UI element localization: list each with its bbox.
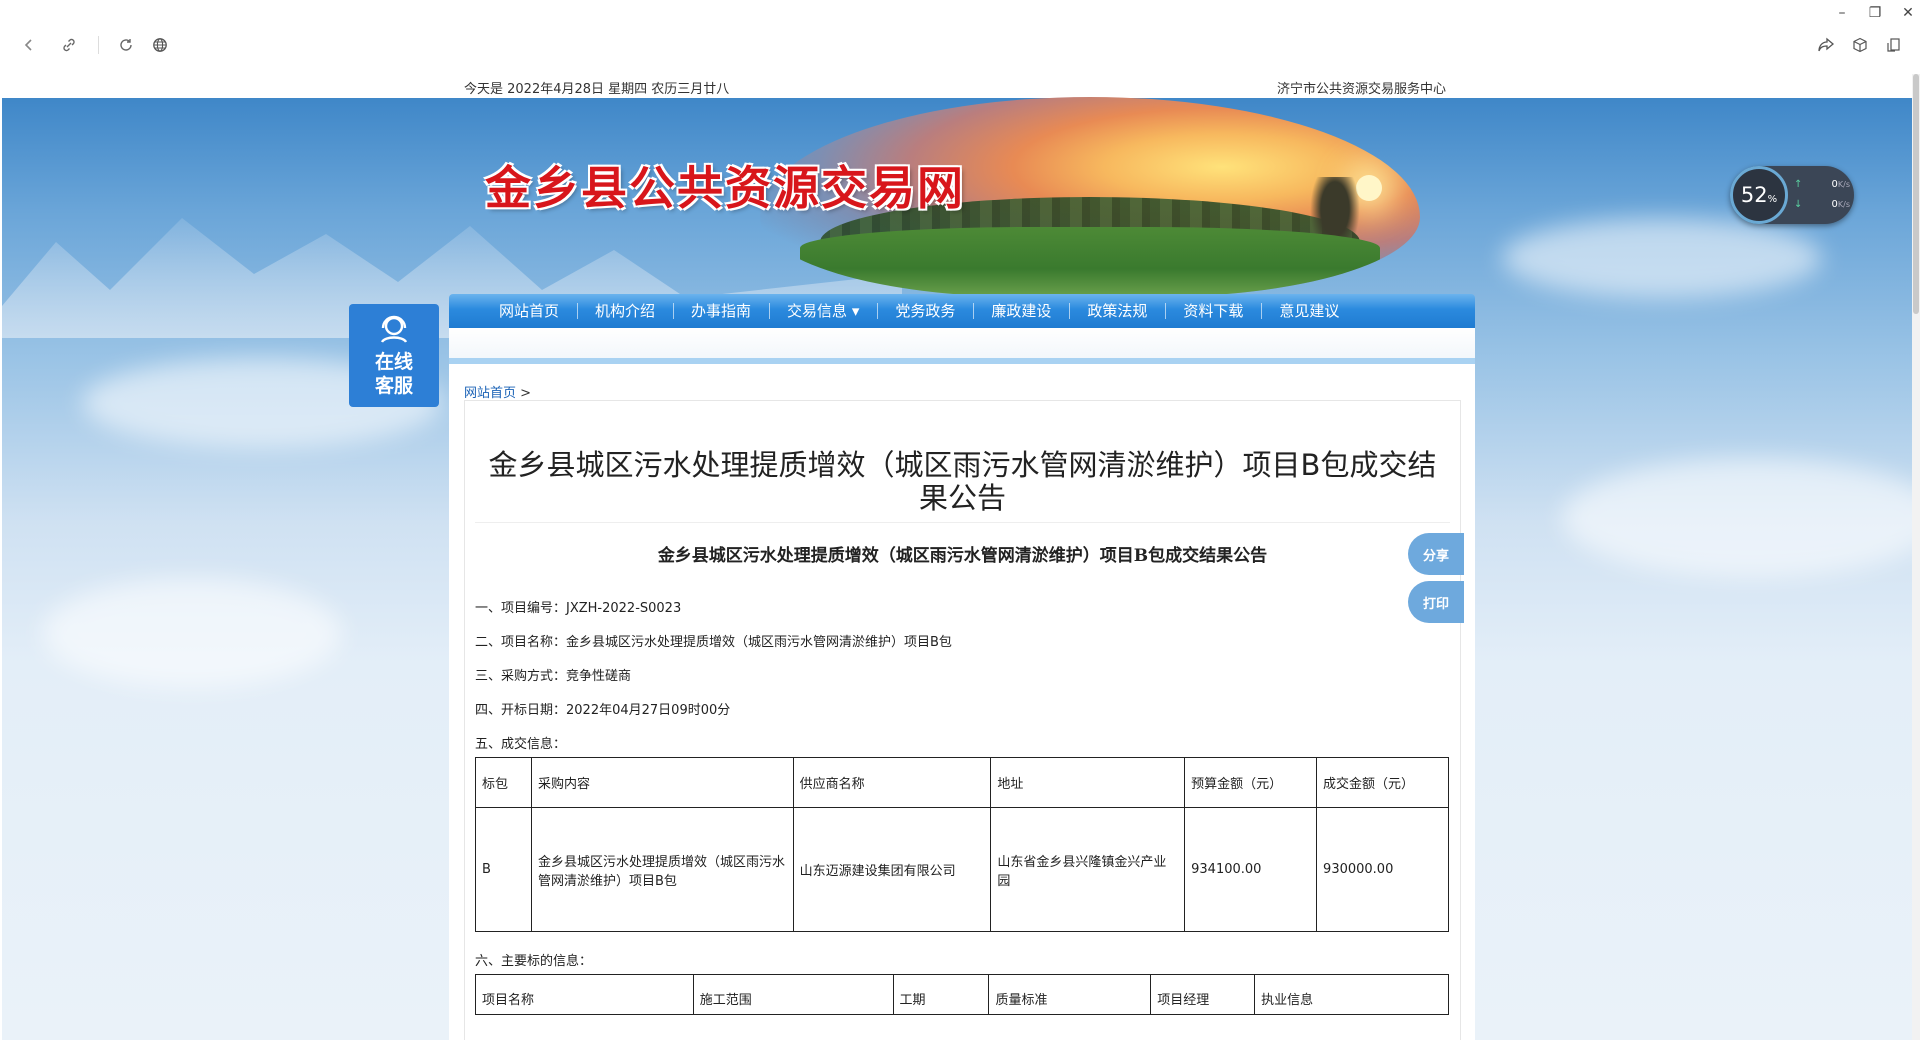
globe-icon[interactable] <box>147 32 173 58</box>
browser-toolbar: – ❐ ✕ <box>0 0 1920 74</box>
percent-value: 52 <box>1740 183 1768 207</box>
table-header: 预算金额（元） <box>1184 757 1318 808</box>
announcement-title: 金乡县城区污水处理提质增效（城区雨污水管网清淤维护）项目B包成交结果公告 <box>488 448 1437 515</box>
link-icon[interactable] <box>56 32 82 58</box>
table-header: 项目名称 <box>475 974 694 1015</box>
content-panel: 网站首页 > 金乡县城区污水处理提质增效（城区雨污水管网清淤维护）项目B包成交结… <box>449 364 1475 1040</box>
network-speed-widget[interactable]: 52% ↑ 0K/s ↓ 0K/s <box>1730 166 1854 224</box>
service-label-2: 客服 <box>374 375 413 397</box>
nav-item-feedback[interactable]: 意见建议 <box>1261 294 1357 328</box>
deal-table: 标包 采购内容 供应商名称 地址 预算金额（元） 成交金额（元） B 金乡县城区… <box>475 757 1449 932</box>
document-title: 金乡县城区污水处理提质增效（城区雨污水管网清淤维护）项目B包成交结果公告 <box>657 546 1268 566</box>
item-procurement-method: 三、采购方式：竞争性磋商 <box>475 669 632 684</box>
table-cell: 山东省金乡县兴隆镇金兴产业园 <box>990 807 1186 932</box>
article-container: 金乡县城区污水处理提质增效（城区雨污水管网清淤维护）项目B包成交结果公告 金乡县… <box>464 400 1464 1040</box>
share-button[interactable]: 分享 <box>1408 533 1464 575</box>
upload-speed: ↑ 0K/s <box>1794 179 1850 190</box>
breadcrumb: 网站首页 > <box>464 382 531 401</box>
download-unit: K/s <box>1837 200 1850 209</box>
print-button[interactable]: 打印 <box>1408 581 1464 623</box>
scrollbar-thumb[interactable] <box>1913 74 1919 314</box>
item-main-subject: 六、主要标的信息： <box>475 954 593 969</box>
table-header: 执业信息 <box>1254 974 1449 1015</box>
table-header: 采购内容 <box>530 757 794 808</box>
breadcrumb-home-link[interactable]: 网站首页 <box>464 386 516 401</box>
table-header: 工期 <box>892 974 990 1015</box>
table-header: 质量标准 <box>988 974 1152 1015</box>
table-cell: 山东迈源建设集团有限公司 <box>792 807 992 932</box>
back-icon[interactable] <box>16 32 42 58</box>
item-opening-date: 四、开标日期：2022年04月27日09时00分 <box>475 703 731 718</box>
memory-percent: 52% <box>1730 166 1788 224</box>
item-deal-info: 五、成交信息： <box>475 737 567 752</box>
nav-item-home[interactable]: 网站首页 <box>481 294 577 328</box>
current-date: 今天是 2022年4月28日 星期四 农历三月廿八 <box>464 82 730 97</box>
title-divider <box>475 522 1450 523</box>
page-scrollbar[interactable] <box>1912 74 1920 1040</box>
nav-item-guide[interactable]: 办事指南 <box>673 294 769 328</box>
table-header: 地址 <box>990 757 1186 808</box>
upload-unit: K/s <box>1837 180 1850 189</box>
table-header: 项目经理 <box>1150 974 1256 1015</box>
nav-item-integrity[interactable]: 廉政建设 <box>973 294 1069 328</box>
close-button[interactable]: ✕ <box>1895 2 1920 24</box>
share-icon[interactable] <box>1813 32 1839 58</box>
table-cell: 930000.00 <box>1316 807 1449 932</box>
main-nav: 网站首页 机构介绍 办事指南 交易信息 ▾ 党务政务 廉政建设 政策法规 资料下… <box>449 294 1475 328</box>
cloud <box>42 578 342 688</box>
online-service-button[interactable]: 在线 客服 <box>349 304 439 407</box>
item-project-number: 一、项目编号：JXZH-2022-S0023 <box>475 601 682 616</box>
top-info-bar: 今天是 2022年4月28日 星期四 农历三月廿八 济宁市公共资源交易服务中心 <box>0 74 1920 98</box>
table-header-row: 项目名称 施工范围 工期 质量标准 项目经理 执业信息 <box>475 974 1449 1015</box>
nav-item-about[interactable]: 机构介绍 <box>577 294 673 328</box>
table-header: 供应商名称 <box>792 757 992 808</box>
reload-icon[interactable] <box>113 32 139 58</box>
main-subject-table: 项目名称 施工范围 工期 质量标准 项目经理 执业信息 <box>475 974 1449 1015</box>
headset-icon <box>377 312 411 346</box>
percent-unit: % <box>1767 193 1778 205</box>
site-title: 金乡县公共资源交易网 <box>485 161 965 215</box>
org-name-link[interactable]: 济宁市公共资源交易服务中心 <box>1277 78 1446 97</box>
field <box>800 227 1380 297</box>
reader-icon[interactable] <box>1881 32 1907 58</box>
cube-icon[interactable] <box>1847 32 1873 58</box>
table-header: 施工范围 <box>692 974 894 1015</box>
table-cell: 金乡县城区污水处理提质增效（城区雨污水管网清淤维护）项目B包 <box>530 807 794 932</box>
down-arrow-icon: ↓ <box>1794 199 1803 210</box>
cloud <box>1562 458 1912 578</box>
table-cell: 934100.00 <box>1184 807 1318 932</box>
up-arrow-icon: ↑ <box>1794 179 1803 190</box>
table-header: 标包 <box>475 757 532 808</box>
nav-item-trade[interactable]: 交易信息 ▾ <box>769 294 877 328</box>
nav-item-party[interactable]: 党务政务 <box>877 294 973 328</box>
table-header-row: 标包 采购内容 供应商名称 地址 预算金额（元） 成交金额（元） <box>475 757 1449 808</box>
nav-item-policy[interactable]: 政策法规 <box>1069 294 1165 328</box>
toolbar-divider <box>98 36 99 54</box>
sub-nav-bar <box>449 328 1475 364</box>
table-header: 成交金额（元） <box>1316 757 1449 808</box>
table-cell: B <box>475 807 532 932</box>
item-project-name: 二、项目名称：金乡县城区污水处理提质增效（城区雨污水管网清淤维护）项目B包 <box>475 635 952 650</box>
download-speed: ↓ 0K/s <box>1794 199 1850 210</box>
restore-button[interactable]: ❐ <box>1862 2 1888 24</box>
breadcrumb-separator: > <box>520 386 532 401</box>
table-row: B 金乡县城区污水处理提质增效（城区雨污水管网清淤维护）项目B包 山东迈源建设集… <box>475 807 1449 932</box>
cloud <box>1502 218 1822 298</box>
service-label-1: 在线 <box>374 351 413 373</box>
minimize-button[interactable]: – <box>1829 2 1855 24</box>
nav-item-download[interactable]: 资料下载 <box>1165 294 1261 328</box>
